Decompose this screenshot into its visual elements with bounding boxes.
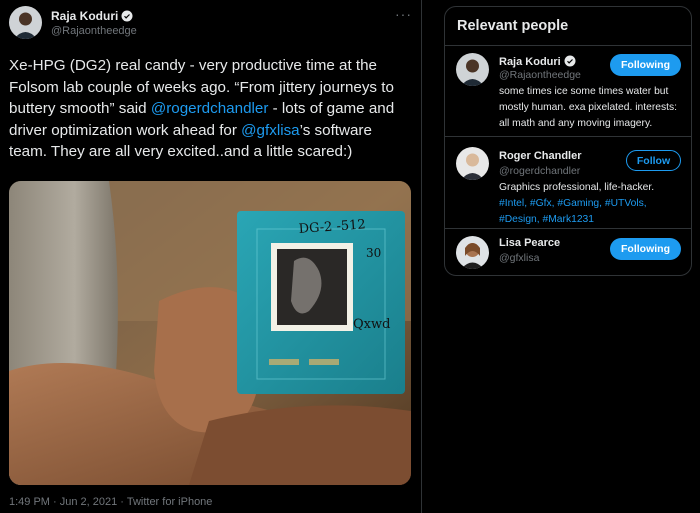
mention-gfxlisa[interactable]: @gfxlisa <box>241 122 299 139</box>
author-handle[interactable]: @Rajaontheedge <box>51 25 137 37</box>
follow-button[interactable]: Follow <box>626 150 681 171</box>
bio-hashtags[interactable]: #Intel, #Gfx, #Gaming, #UTVols, #Design,… <box>499 198 647 225</box>
tweet-photo[interactable]: DG-2 -512 30 Qxwd <box>9 181 411 485</box>
mention-rogerdchandler[interactable]: @rogerdchandler <box>151 100 269 117</box>
person-handle[interactable]: @rogerdchandler <box>499 165 580 177</box>
verified-badge-icon <box>564 55 576 67</box>
tweet-column: Raja Koduri @Rajaontheedge ··· Xe-HPG (D… <box>0 0 422 513</box>
avatar[interactable] <box>456 53 489 86</box>
person-handle[interactable]: @Rajaontheedge <box>499 69 581 81</box>
people-title: Relevant people <box>457 18 569 34</box>
person-bio: Graphics professional, life-hacker. #Int… <box>499 180 684 228</box>
author-name[interactable]: Raja Koduri <box>51 9 133 23</box>
relevant-people-card: Relevant people Raja Koduri @Rajaontheed… <box>444 6 692 276</box>
svg-text:Qxwd: Qxwd <box>353 317 390 332</box>
person-name[interactable]: Raja Koduri <box>499 55 576 68</box>
avatar[interactable] <box>456 147 489 180</box>
bio-text: Graphics professional, life-hacker. <box>499 182 655 193</box>
person-name[interactable]: Roger Chandler <box>499 150 582 162</box>
tweet-text: Xe-HPG (DG2) real candy - very productiv… <box>9 55 414 163</box>
person-item-roger[interactable]: Roger Chandler @rogerdchandler Graphics … <box>445 136 691 228</box>
person-handle[interactable]: @gfxlisa <box>499 252 539 264</box>
person-bio: some times ice some times water but most… <box>499 86 677 129</box>
person-name[interactable]: Lisa Pearce <box>499 237 560 249</box>
person-item-lisa[interactable]: Lisa Pearce @gfxlisa Following <box>445 228 691 275</box>
avatar[interactable] <box>456 236 489 269</box>
verified-badge-icon <box>121 10 133 22</box>
following-button[interactable]: Following <box>610 238 681 260</box>
meta-separator: · <box>49 496 60 508</box>
following-button[interactable]: Following <box>610 54 681 76</box>
person-item-raja[interactable]: Raja Koduri @Rajaontheedge some times ic… <box>445 45 691 136</box>
svg-text:30: 30 <box>366 246 381 260</box>
more-options-button[interactable]: ··· <box>395 6 412 22</box>
meta-separator: · <box>117 496 127 508</box>
tweet-time[interactable]: 1:49 PM <box>9 496 50 508</box>
tweet-date[interactable]: Jun 2, 2021 <box>60 496 118 508</box>
author-avatar[interactable] <box>9 6 42 39</box>
tweet-meta: 1:49 PM · Jun 2, 2021 · Twitter for iPho… <box>9 496 212 508</box>
tweet-source[interactable]: Twitter for iPhone <box>127 496 213 508</box>
